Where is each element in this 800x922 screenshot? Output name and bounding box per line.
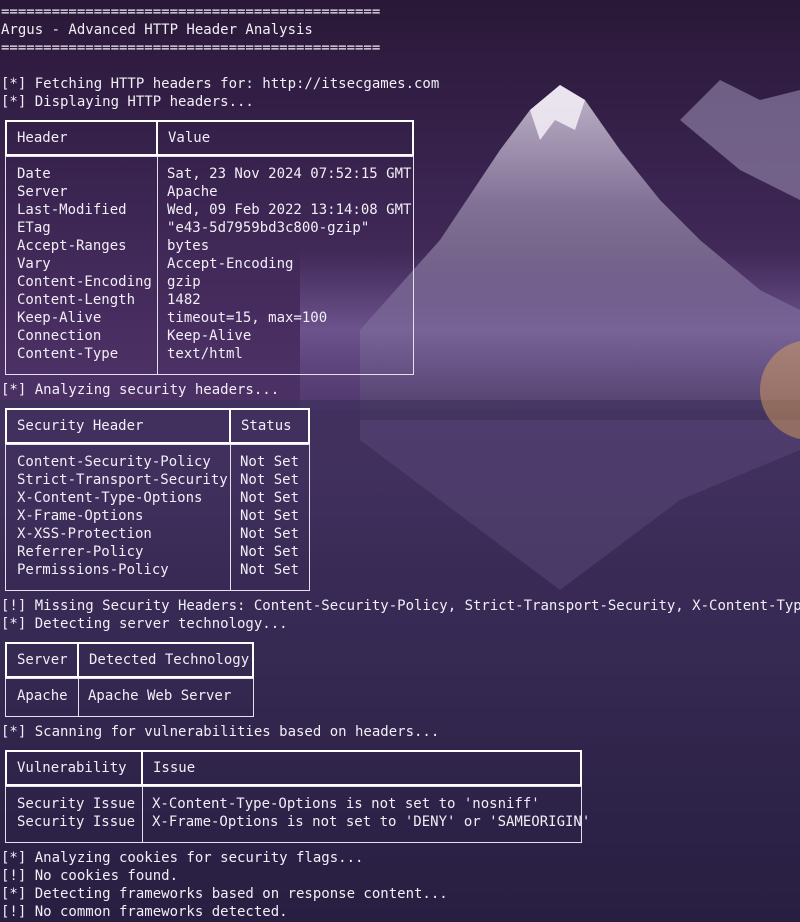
table-cell-value: Not Set xyxy=(240,544,300,560)
table-cell-value: Not Set xyxy=(240,562,300,578)
table-cell-value: Not Set xyxy=(240,526,300,542)
table-cell-value: Not Set xyxy=(240,472,300,488)
col-header-vulnerability: Vulnerability xyxy=(5,750,143,786)
table-cell-key: Content-Security-Policy xyxy=(17,454,211,470)
col-header-server: Server xyxy=(5,642,79,678)
col-header-status: Status xyxy=(229,408,310,444)
http-headers-table: Header Value Date Sat, 23 Nov 2024 07:52:… xyxy=(5,120,414,375)
table-cell-value: text/html xyxy=(167,346,243,362)
table-cell-key: Security Issue xyxy=(17,796,136,812)
table-cell-value: X-Frame-Options is not set to 'DENY' or … xyxy=(152,814,591,830)
table-cell-key: ETag xyxy=(17,220,51,236)
msg-detecting-server: [*] Detecting server technology... xyxy=(1,616,288,632)
col-header-issue: Issue xyxy=(141,750,582,786)
msg-no-cookies: [!] No cookies found. xyxy=(1,868,179,884)
table-cell-key: X-Frame-Options xyxy=(17,508,144,524)
msg-no-frameworks: [!] No common frameworks detected. xyxy=(1,904,288,920)
table-cell-key: Connection xyxy=(17,328,102,344)
terminal-output: ========================================… xyxy=(0,0,800,922)
table-cell-key: Content-Length xyxy=(17,292,136,308)
table-cell-key: X-Content-Type-Options xyxy=(17,490,203,506)
table-cell-value: "e43-5d7959bd3c800-gzip" xyxy=(167,220,370,236)
banner-title: Argus - Advanced HTTP Header Analysis xyxy=(1,22,313,38)
table-cell-key: X-XSS-Protection xyxy=(17,526,152,542)
banner-rule-top: ========================================… xyxy=(1,4,381,20)
msg-missing-headers: [!] Missing Security Headers: Content-Se… xyxy=(1,598,800,614)
table-cell-value: X-Content-Type-Options is not set to 'no… xyxy=(152,796,540,812)
table-cell-key: Last-Modified xyxy=(17,202,127,218)
table-cell-value: Not Set xyxy=(240,490,300,506)
security-headers-table: Security Header Status Content-Security-… xyxy=(5,408,310,591)
col-header-header: Header xyxy=(5,120,158,156)
table-cell-key: Accept-Ranges xyxy=(17,238,127,254)
msg-fetching: [*] Fetching HTTP headers for: http://it… xyxy=(1,76,440,92)
table-cell-value: Apache xyxy=(167,184,218,200)
msg-analyzing-security: [*] Analyzing security headers... xyxy=(1,382,280,398)
table-cell-value: 1482 xyxy=(167,292,201,308)
table-cell-key: Vary xyxy=(17,256,51,272)
msg-analyzing-cookies: [*] Analyzing cookies for security flags… xyxy=(1,850,364,866)
col-header-value: Value xyxy=(156,120,414,156)
table-cell-key: Referrer-Policy xyxy=(17,544,144,560)
msg-detecting-frameworks: [*] Detecting frameworks based on respon… xyxy=(1,886,448,902)
banner-rule-bottom: ========================================… xyxy=(1,40,381,56)
table-cell-key: Date xyxy=(17,166,51,182)
vulnerability-table: Vulnerability Issue Security Issue X-Cont… xyxy=(5,750,590,843)
table-cell-value: timeout=15, max=100 xyxy=(167,310,328,326)
table-cell-value: Sat, 23 Nov 2024 07:52:15 GMT xyxy=(167,166,412,182)
table-cell-key: Strict-Transport-Security xyxy=(17,472,228,488)
table-cell-value: Not Set xyxy=(240,508,300,524)
table-cell-value: Accept-Encoding xyxy=(167,256,294,272)
table-cell-key: Content-Encoding xyxy=(17,274,152,290)
col-header-detected-technology: Detected Technology xyxy=(77,642,254,678)
table-cell-value: Apache Web Server xyxy=(88,688,232,704)
table-cell-value: bytes xyxy=(167,238,210,254)
server-technology-table: Server Detected Technology Apache Apache … xyxy=(5,642,254,717)
table-cell-value: gzip xyxy=(167,274,201,290)
table-cell-key: Server xyxy=(17,184,68,200)
table-cell-key: Apache xyxy=(17,688,68,704)
table-cell-key: Security Issue xyxy=(17,814,136,830)
table-cell-value: Wed, 09 Feb 2022 13:14:08 GMT xyxy=(167,202,412,218)
table-cell-key: Keep-Alive xyxy=(17,310,102,326)
col-header-security-header: Security Header xyxy=(5,408,231,444)
msg-displaying: [*] Displaying HTTP headers... xyxy=(1,94,254,110)
table-cell-key: Permissions-Policy xyxy=(17,562,169,578)
table-cell-value: Not Set xyxy=(240,454,300,470)
table-cell-key: Content-Type xyxy=(17,346,119,362)
msg-scanning-vulns: [*] Scanning for vulnerabilities based o… xyxy=(1,724,440,740)
table-cell-value: Keep-Alive xyxy=(167,328,252,344)
